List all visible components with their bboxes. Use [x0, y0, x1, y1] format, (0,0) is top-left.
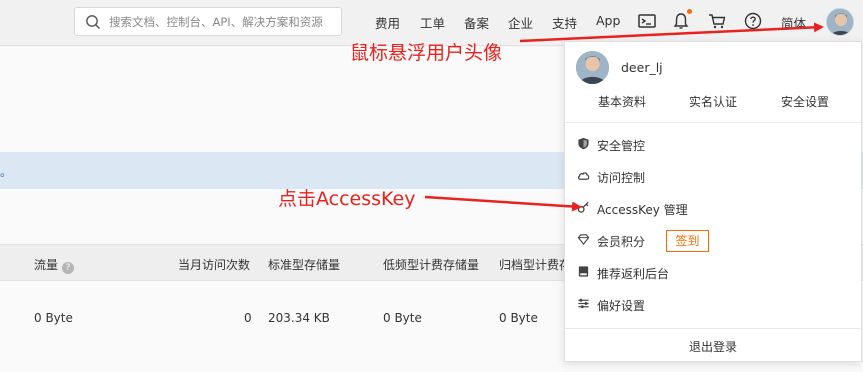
- username: deer_lj: [621, 60, 663, 75]
- user-dropdown-menu: deer_lj 基本资料 实名认证 安全设置 安全管控 访问控制 AccessK…: [564, 41, 862, 362]
- signin-button[interactable]: 签到: [666, 230, 709, 252]
- menu-item-label: 偏好设置: [597, 299, 646, 313]
- nav-language[interactable]: 简体: [781, 13, 806, 32]
- nav-app[interactable]: App: [596, 13, 620, 28]
- menu-item-referral[interactable]: 推荐返利后台: [575, 262, 851, 284]
- shield-icon: [578, 137, 589, 150]
- help-icon[interactable]: [743, 11, 763, 31]
- th-monthly-visits: 当月访问次数: [178, 258, 251, 272]
- link-security-settings[interactable]: 安全设置: [781, 93, 829, 110]
- th-traffic: 流量?: [34, 256, 75, 274]
- key-icon: [577, 201, 589, 213]
- menu-item-label: 推荐返利后台: [597, 267, 670, 281]
- search-input[interactable]: [109, 13, 335, 31]
- menu-item-member-points[interactable]: 会员积分 签到: [575, 230, 851, 252]
- td-archive-storage: 0 Byte: [499, 311, 538, 325]
- nav-billing[interactable]: 费用: [375, 13, 400, 32]
- diamond-icon: [577, 234, 590, 246]
- avatar-image: [827, 9, 853, 35]
- info-text: 。: [0, 165, 13, 179]
- td-monthly-visits: 0: [244, 311, 252, 325]
- menu-item-accesskey[interactable]: AccessKey 管理: [575, 198, 851, 220]
- menu-item-access-control[interactable]: 访问控制: [575, 166, 851, 188]
- td-traffic: 0 Byte: [34, 311, 73, 325]
- menu-item-label: 安全管控: [597, 139, 646, 153]
- menu-item-label: 会员积分: [597, 235, 646, 249]
- td-ia-storage: 0 Byte: [383, 311, 422, 325]
- terminal-icon[interactable]: [637, 11, 657, 31]
- divider: [565, 122, 861, 123]
- th-archive-storage: 归档型计费存: [499, 258, 572, 272]
- menu-item-label: 访问控制: [597, 171, 646, 185]
- link-basic-info[interactable]: 基本资料: [598, 93, 646, 110]
- search-box[interactable]: [74, 7, 342, 36]
- annotation-hover-avatar: 鼠标悬浮用户头像: [350, 42, 503, 64]
- gift-icon: [578, 266, 589, 277]
- menu-item-label: AccessKey 管理: [597, 203, 688, 217]
- th-traffic-label: 流量: [34, 258, 59, 272]
- divider: [565, 328, 861, 329]
- menu-item-preferences[interactable]: 偏好设置: [575, 294, 851, 316]
- th-standard-storage: 标准型存储量: [268, 258, 341, 272]
- notification-dot: [687, 9, 692, 14]
- menu-item-security-control[interactable]: 安全管控: [575, 134, 851, 156]
- bell-icon[interactable]: [671, 11, 691, 31]
- nav-filing[interactable]: 备案: [464, 13, 489, 32]
- cart-icon[interactable]: [707, 11, 727, 31]
- nav-support[interactable]: 支持: [552, 13, 577, 32]
- user-avatar[interactable]: [826, 8, 854, 36]
- nav-tickets[interactable]: 工单: [420, 13, 445, 32]
- annotation-click-accesskey: 点击AccessKey: [278, 188, 416, 210]
- sliders-icon: [578, 298, 589, 309]
- cloud-icon: [577, 172, 590, 180]
- logout-link[interactable]: 退出登录: [565, 338, 861, 355]
- link-real-name-auth[interactable]: 实名认证: [689, 93, 737, 110]
- td-standard-storage: 203.34 KB: [268, 311, 330, 325]
- dropdown-avatar: [576, 51, 609, 84]
- nav-enterprise[interactable]: 企业: [508, 13, 533, 32]
- question-icon[interactable]: ?: [62, 262, 75, 274]
- search-icon: [86, 15, 101, 30]
- th-ia-storage: 低频型计费存储量: [383, 258, 480, 272]
- avatar-image: [576, 51, 609, 84]
